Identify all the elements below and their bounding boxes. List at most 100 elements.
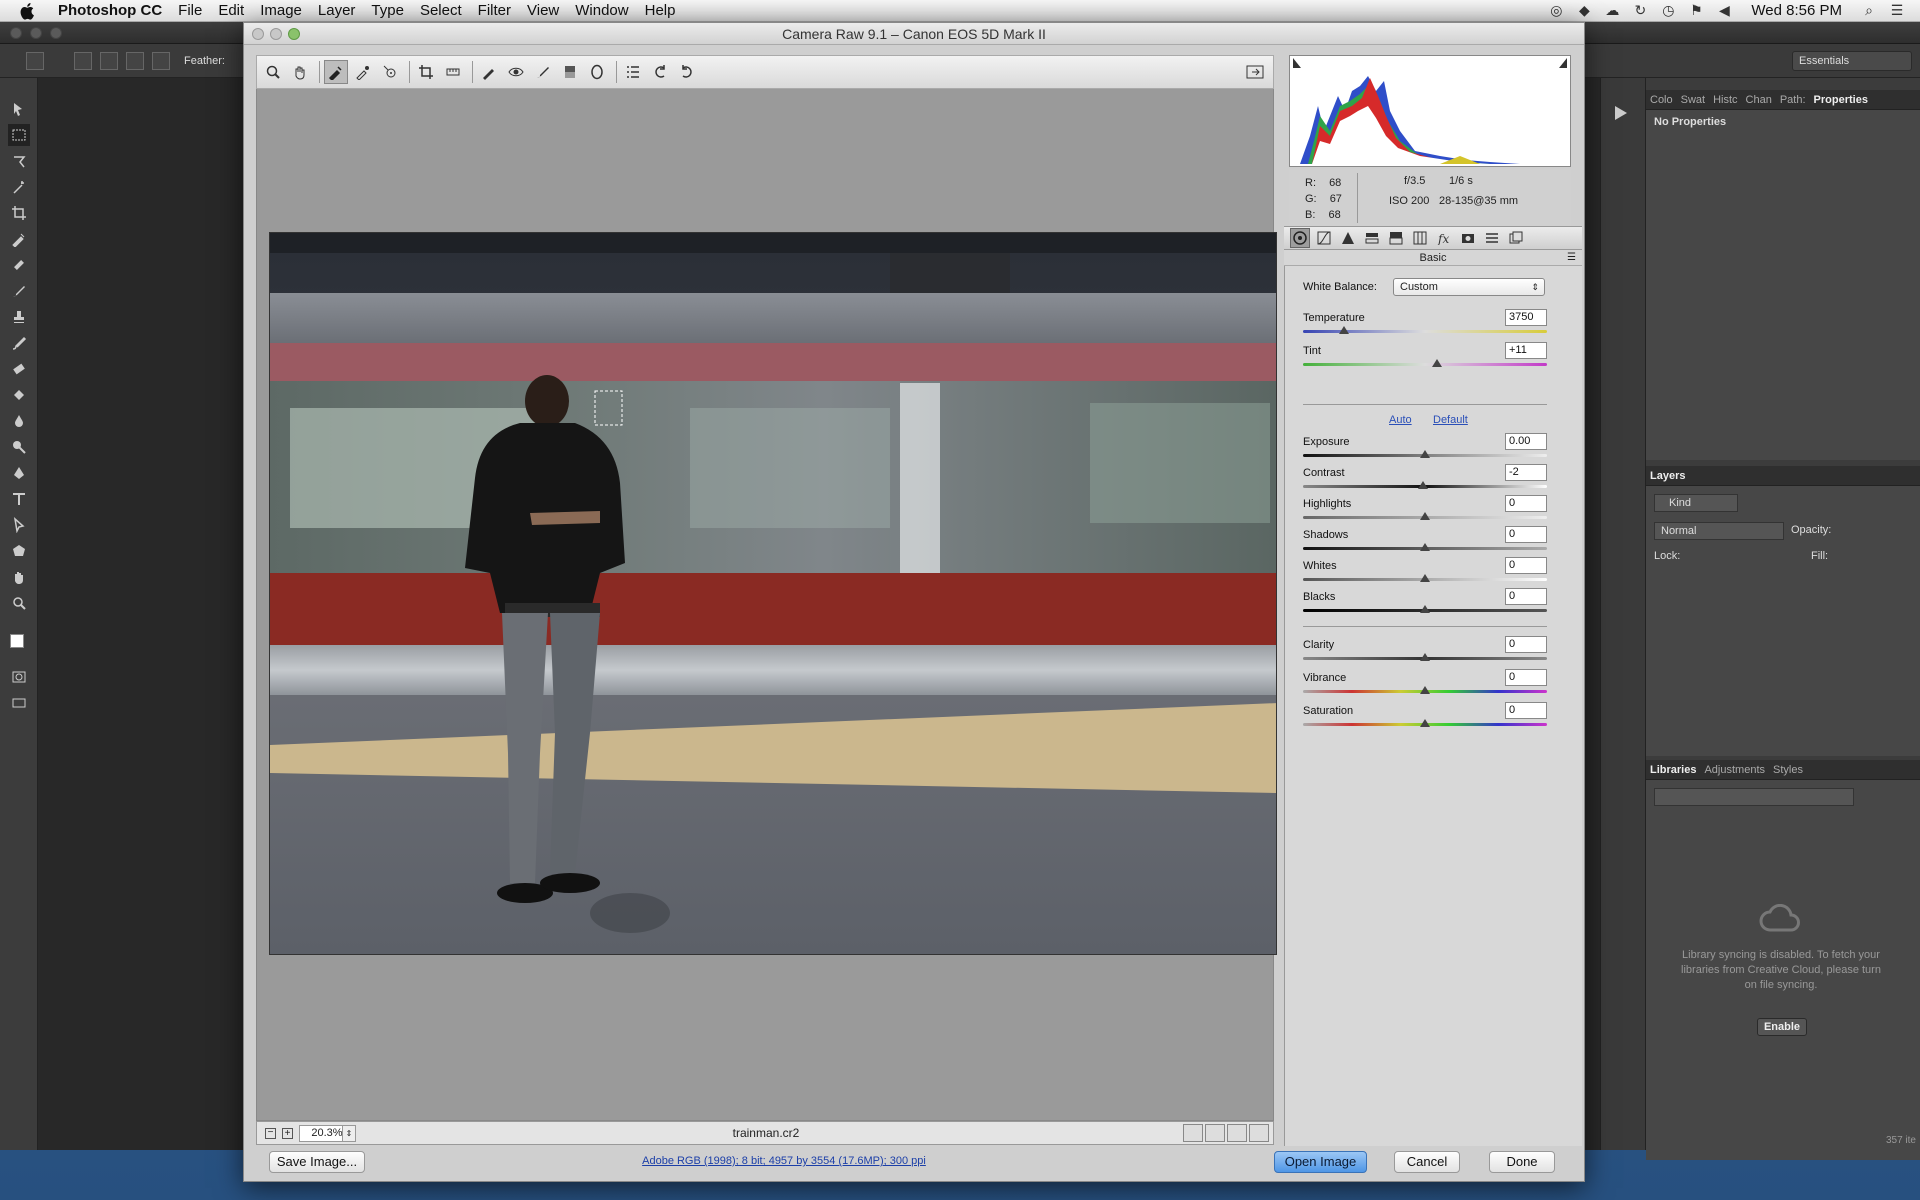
move-tool-icon[interactable] bbox=[8, 98, 30, 120]
flag-icon[interactable]: ⚑ bbox=[1687, 2, 1705, 18]
white-balance-select[interactable]: Custom ⇕ bbox=[1393, 278, 1545, 296]
exposure-value[interactable]: 0.00 bbox=[1505, 433, 1547, 450]
tone-curve-tab-icon[interactable] bbox=[1314, 228, 1334, 248]
saturation-value[interactable]: 0 bbox=[1505, 702, 1547, 719]
lens-corrections-tab-icon[interactable] bbox=[1410, 228, 1430, 248]
menu-type[interactable]: Type bbox=[363, 0, 412, 22]
saturation-thumb[interactable] bbox=[1420, 719, 1430, 727]
copy-settings-icon[interactable] bbox=[1227, 1124, 1247, 1142]
blend-mode-select[interactable]: Normal bbox=[1654, 522, 1784, 540]
rotate-cw-icon[interactable] bbox=[675, 60, 699, 84]
clarity-value[interactable]: 0 bbox=[1505, 636, 1547, 653]
menu-select[interactable]: Select bbox=[412, 0, 470, 22]
workflow-options-link[interactable]: Adobe RGB (1998); 8 bit; 4957 by 3554 (1… bbox=[584, 1155, 984, 1167]
temperature-thumb[interactable] bbox=[1339, 326, 1350, 334]
photo-preview[interactable] bbox=[269, 232, 1277, 955]
tint-value[interactable]: +11 bbox=[1505, 342, 1547, 359]
dialog-zoom-icon[interactable] bbox=[288, 28, 300, 40]
brush-tool-icon[interactable] bbox=[8, 280, 30, 302]
straighten-tool-icon[interactable] bbox=[441, 60, 465, 84]
volume-icon[interactable]: ◀ bbox=[1715, 2, 1733, 18]
contrast-value[interactable]: -2 bbox=[1505, 464, 1547, 481]
menu-file[interactable]: File bbox=[170, 0, 210, 22]
snapshots-tab-icon[interactable] bbox=[1506, 228, 1526, 248]
preferences-icon[interactable] bbox=[621, 60, 645, 84]
tab-properties[interactable]: Properties bbox=[1810, 94, 1872, 106]
menu-view[interactable]: View bbox=[519, 0, 567, 22]
screen-mode-icon[interactable] bbox=[8, 692, 30, 714]
menu-app-name[interactable]: Photoshop CC bbox=[50, 0, 170, 22]
magic-wand-tool-icon[interactable] bbox=[8, 176, 30, 198]
subtract-selection-icon[interactable] bbox=[126, 51, 144, 70]
enable-sync-button[interactable]: Enable bbox=[1757, 1018, 1807, 1036]
dropbox-icon[interactable]: ◆ bbox=[1575, 2, 1593, 18]
workspace-select[interactable]: Essentials bbox=[1792, 51, 1912, 71]
apple-icon[interactable] bbox=[18, 1, 38, 21]
save-image-button[interactable]: Save Image... bbox=[269, 1151, 365, 1173]
menu-help[interactable]: Help bbox=[637, 0, 684, 22]
sync-icon[interactable]: ↻ bbox=[1631, 2, 1649, 18]
clock[interactable]: Wed 8:56 PM bbox=[1743, 0, 1850, 22]
split-toning-tab-icon[interactable] bbox=[1386, 228, 1406, 248]
tab-adjustments[interactable]: Adjustments bbox=[1700, 764, 1769, 776]
highlights-thumb[interactable] bbox=[1420, 512, 1430, 520]
rotate-ccw-icon[interactable] bbox=[648, 60, 672, 84]
done-button[interactable]: Done bbox=[1489, 1151, 1555, 1173]
eraser-tool-icon[interactable] bbox=[8, 358, 30, 380]
dialog-close-icon[interactable] bbox=[252, 28, 264, 40]
path-selection-tool-icon[interactable] bbox=[8, 514, 30, 536]
menu-layer[interactable]: Layer bbox=[310, 0, 364, 22]
image-preview-area[interactable] bbox=[256, 89, 1277, 1121]
play-action-icon[interactable] bbox=[1615, 106, 1627, 120]
lasso-tool-icon[interactable] bbox=[8, 150, 30, 172]
cancel-button[interactable]: Cancel bbox=[1394, 1151, 1460, 1173]
tab-histogram[interactable]: Histc bbox=[1709, 94, 1741, 106]
exposure-thumb[interactable] bbox=[1420, 450, 1430, 458]
layer-kind-filter[interactable]: Kind bbox=[1654, 494, 1738, 512]
close-window-icon[interactable] bbox=[10, 27, 22, 39]
paint-bucket-tool-icon[interactable] bbox=[8, 384, 30, 406]
presets-tab-icon[interactable] bbox=[1482, 228, 1502, 248]
type-tool-icon[interactable] bbox=[8, 488, 30, 510]
graduated-filter-icon[interactable] bbox=[558, 60, 582, 84]
minimize-window-icon[interactable] bbox=[30, 27, 42, 39]
vibrance-value[interactable]: 0 bbox=[1505, 669, 1547, 686]
quick-mask-icon[interactable] bbox=[8, 666, 30, 688]
eyedropper-tool-icon[interactable] bbox=[8, 228, 30, 250]
dodge-tool-icon[interactable] bbox=[8, 436, 30, 458]
hand-tool-icon[interactable] bbox=[288, 60, 312, 84]
swap-settings-icon[interactable] bbox=[1205, 1124, 1225, 1142]
targeted-adjustment-tool-icon[interactable] bbox=[378, 60, 402, 84]
pen-tool-icon[interactable] bbox=[8, 462, 30, 484]
tab-layers[interactable]: Layers bbox=[1646, 470, 1689, 482]
cloud-icon[interactable]: ☁ bbox=[1603, 2, 1621, 18]
shape-tool-icon[interactable] bbox=[8, 540, 30, 562]
whites-value[interactable]: 0 bbox=[1505, 557, 1547, 574]
menu-image[interactable]: Image bbox=[252, 0, 310, 22]
open-image-button[interactable]: Open Image bbox=[1274, 1151, 1367, 1173]
tab-libraries[interactable]: Libraries bbox=[1646, 764, 1700, 776]
default-link[interactable]: Default bbox=[1433, 414, 1468, 426]
zoom-window-icon[interactable] bbox=[50, 27, 62, 39]
auto-link[interactable]: Auto bbox=[1389, 414, 1412, 426]
blur-tool-icon[interactable] bbox=[8, 410, 30, 432]
spotlight-search-icon[interactable]: ⌕ bbox=[1860, 2, 1878, 18]
red-eye-removal-icon[interactable] bbox=[504, 60, 528, 84]
highlights-value[interactable]: 0 bbox=[1505, 495, 1547, 512]
effects-tab-icon[interactable]: fx bbox=[1434, 228, 1454, 248]
before-after-toggle-icon[interactable] bbox=[1183, 1124, 1203, 1142]
healing-brush-tool-icon[interactable] bbox=[8, 254, 30, 276]
spot-removal-tool-icon[interactable] bbox=[477, 60, 501, 84]
contrast-thumb[interactable] bbox=[1417, 481, 1428, 489]
history-brush-tool-icon[interactable] bbox=[8, 332, 30, 354]
menu-filter[interactable]: Filter bbox=[470, 0, 519, 22]
library-select[interactable] bbox=[1654, 788, 1854, 806]
color-sampler-tool-icon[interactable] bbox=[351, 60, 375, 84]
intersect-selection-icon[interactable] bbox=[152, 51, 170, 70]
crop-tool-icon[interactable] bbox=[414, 60, 438, 84]
whites-thumb[interactable] bbox=[1420, 574, 1430, 582]
fullscreen-toggle-icon[interactable] bbox=[1243, 60, 1267, 84]
tab-paths[interactable]: Path: bbox=[1776, 94, 1810, 106]
preview-preferences-icon[interactable] bbox=[1249, 1124, 1269, 1142]
shadows-thumb[interactable] bbox=[1420, 543, 1430, 551]
